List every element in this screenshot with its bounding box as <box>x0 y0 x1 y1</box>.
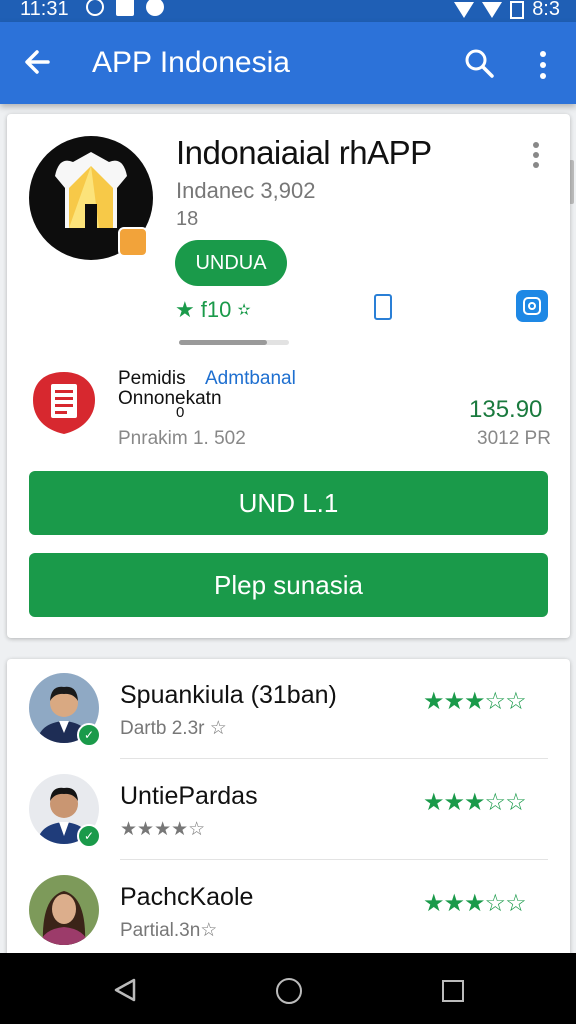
star-outline-icon: ✫ <box>237 302 251 319</box>
verified-badge-icon: ✓ <box>77 723 101 747</box>
permission-description: Onnonekatn <box>118 388 222 409</box>
notification-icons <box>86 0 164 16</box>
app-bar: APP Indonesia <box>0 22 576 104</box>
rating-value: f10 <box>200 297 232 322</box>
rating-row: ★ f10 ✫ <box>175 297 251 323</box>
secondary-action-button[interactable]: Plep sunasia <box>29 553 548 617</box>
avatar <box>29 875 99 945</box>
review-item[interactable]: ✓ Spuankiula (31ban) Dartb 2.3r ☆ ★★★☆☆ <box>7 659 570 759</box>
more-vert-icon[interactable] <box>536 50 550 80</box>
page-title: APP Indonesia <box>92 46 290 79</box>
star-icon: ★ <box>175 297 195 322</box>
status-bar: 11:31 8:3 <box>0 0 576 22</box>
review-stars: ★★★☆☆ <box>423 890 527 917</box>
app-name: Indonaiaial rhAPP <box>176 134 432 171</box>
battery-percent: 8:3 <box>532 0 560 20</box>
download-progress-fill <box>179 340 267 345</box>
device-icon[interactable] <box>374 294 392 320</box>
price-sub: 3012 PR <box>477 428 551 449</box>
permission-sub: 0 <box>176 404 185 421</box>
review-item[interactable]: PachcKaole Partial.3n☆ ★★★☆☆ <box>7 861 570 961</box>
review-stars: ★★★☆☆ <box>423 688 527 715</box>
review-meta-stars: ★★★★☆ <box>120 819 206 840</box>
reviews-card: ✓ Spuankiula (31ban) Dartb 2.3r ☆ ★★★☆☆ … <box>7 659 570 959</box>
photo-notification-icon <box>116 0 134 16</box>
nav-recents-icon[interactable] <box>442 980 464 1002</box>
app-detail-card: Indonaiaial rhAPP Indanec 3,902 18 UNDUA… <box>7 114 570 638</box>
primary-download-button[interactable]: UND L.1 <box>29 471 548 535</box>
review-meta: Dartb 2.3r ☆ <box>120 718 227 739</box>
search-icon[interactable] <box>464 48 494 78</box>
system-icons: 8:3 <box>454 0 560 21</box>
install-pill-button[interactable]: UNDUA <box>175 240 287 286</box>
nav-home-icon[interactable] <box>276 978 302 1004</box>
system-nav-bar <box>0 953 576 1024</box>
reviewer-name: UntiePardas <box>120 782 258 810</box>
developer-name: Indanec 3,902 <box>176 178 316 203</box>
back-arrow-icon[interactable] <box>22 44 54 80</box>
card-menu-icon[interactable] <box>531 142 541 168</box>
nav-back-icon[interactable] <box>112 977 138 1003</box>
review-stars: ★★★☆☆ <box>423 789 527 816</box>
verified-badge-icon: ✓ <box>77 824 101 848</box>
document-icon <box>33 372 95 434</box>
reviewer-name: PachcKaole <box>120 883 254 911</box>
wifi-icon <box>454 1 475 18</box>
app-badge-icon <box>118 227 148 257</box>
instagram-icon[interactable] <box>516 290 548 322</box>
clock: 11:31 <box>20 0 69 20</box>
battery-icon <box>510 0 525 19</box>
price: 135.90 <box>469 396 543 423</box>
permission-link[interactable]: Admtbanal <box>205 368 296 390</box>
app-notification-icon <box>146 0 164 16</box>
review-item[interactable]: ✓ UntiePardas ★★★★☆ ★★★☆☆ <box>7 760 570 860</box>
permission-label: Pemidis <box>118 368 186 389</box>
signal-icon <box>482 1 503 18</box>
sync-icon <box>86 0 104 16</box>
review-meta: Partial.3n☆ <box>120 920 218 941</box>
permission-info: Pnrakim 1. 502 <box>118 428 246 449</box>
reviewer-name: Spuankiula (31ban) <box>120 681 337 709</box>
download-progress <box>179 340 289 345</box>
app-version: 18 <box>176 208 199 230</box>
